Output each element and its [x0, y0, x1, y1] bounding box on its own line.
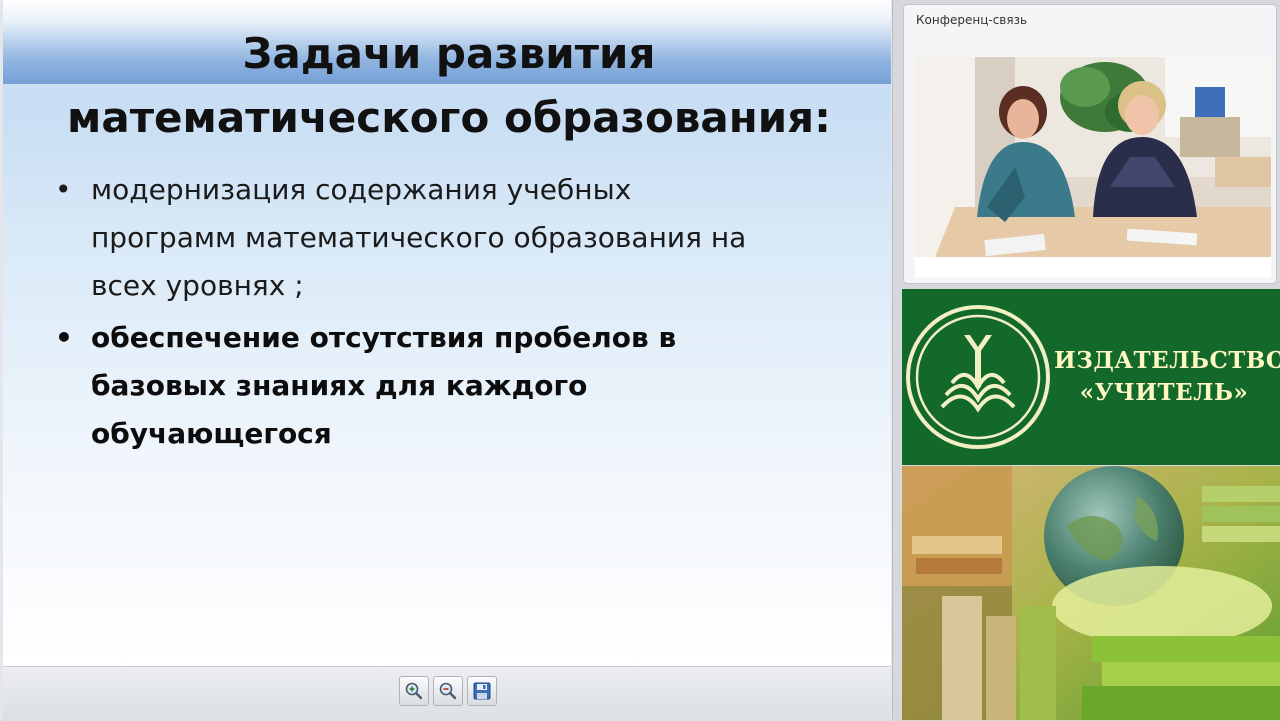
slide-title: Задачи развития математического образова…	[3, 22, 891, 150]
presentation-panel: Задачи развития математического образова…	[0, 0, 893, 721]
publisher-name-line-1: ИЗДАТЕЛЬСТВО	[1054, 347, 1280, 374]
bullet-line: модернизация содержания учебных	[91, 173, 632, 206]
bullet-line: программ математического образования на	[91, 221, 747, 254]
bullet-line: всех уровнях ;	[91, 269, 304, 302]
bullet-item: • модернизация содержания учебных програ…	[55, 166, 855, 310]
publisher-logo-icon	[906, 305, 1050, 449]
slide: Задачи развития математического образова…	[3, 0, 891, 666]
conference-title: Конференц-связь	[916, 13, 1028, 27]
video-feed[interactable]	[915, 57, 1271, 257]
zoom-in-button[interactable]	[399, 676, 429, 706]
bullet-list: • модернизация содержания учебных програ…	[55, 166, 855, 458]
bullet-line: базовых знаниях для каждого	[91, 369, 588, 402]
decorative-books-image	[902, 466, 1280, 720]
save-button[interactable]	[467, 676, 497, 706]
bullet-line: обучающегося	[91, 417, 332, 450]
save-icon	[473, 682, 491, 700]
zoom-out-icon	[439, 682, 457, 700]
publisher-name: ИЗДАТЕЛЬСТВО «УЧИТЕЛЬ»	[1054, 345, 1280, 409]
conference-panel: Конференц-связь	[903, 4, 1277, 284]
bullet-item: • обеспечение отсутствия пробелов в базо…	[55, 314, 855, 458]
bullet-marker: •	[55, 321, 73, 354]
publisher-name-line-2: «УЧИТЕЛЬ»	[1079, 379, 1249, 406]
slide-title-line-2: математического образования:	[67, 93, 831, 142]
video-frame	[915, 57, 1271, 257]
bullet-marker: •	[55, 173, 72, 206]
slide-title-line-1: Задачи развития	[242, 29, 656, 78]
publisher-banner: ИЗДАТЕЛЬСТВО «УЧИТЕЛЬ»	[902, 289, 1280, 465]
books-globe-illustration	[902, 466, 1280, 720]
zoom-out-button[interactable]	[433, 676, 463, 706]
bullet-line: обеспечение отсутствия пробелов в	[91, 321, 677, 354]
video-caption-strip	[915, 257, 1271, 277]
slide-toolbar	[3, 666, 891, 721]
zoom-in-icon	[405, 682, 423, 700]
